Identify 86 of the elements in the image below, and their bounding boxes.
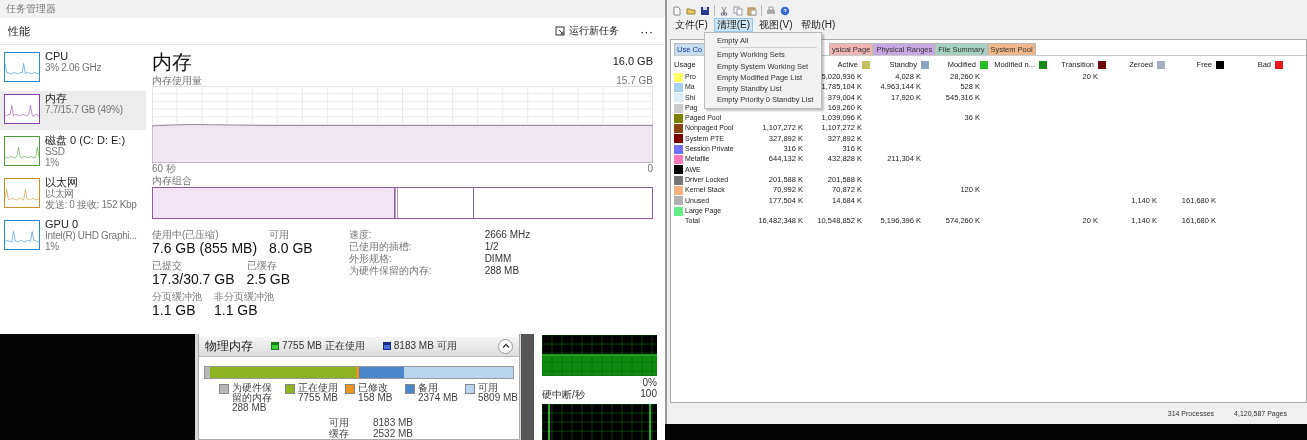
graph-title: 硬中断/秒 bbox=[542, 387, 585, 402]
collapse-button[interactable] bbox=[498, 338, 513, 354]
sidebar-item[interactable]: 内存 7.7/15.7 GB (49%) bbox=[0, 91, 146, 130]
total-label: 可用 bbox=[329, 417, 349, 428]
stat-label: 分页缓冲池 bbox=[152, 291, 202, 302]
device-name: 以太网 bbox=[45, 176, 79, 189]
detail-label: 外形规格: bbox=[348, 253, 393, 265]
graph-percent: 0% bbox=[642, 376, 657, 388]
window-title: 任务管理器 bbox=[6, 2, 56, 16]
device-detail: 以太网 bbox=[45, 189, 75, 200]
capacity-value: 16.0 GB bbox=[612, 55, 653, 69]
device-name: CPU bbox=[45, 50, 70, 63]
section-header[interactable]: 物理内存 7755 MB 正在使用 8183 MB 可用 bbox=[199, 337, 519, 357]
stat-label: 已提交 bbox=[152, 260, 183, 271]
printer-icon[interactable] bbox=[766, 5, 776, 16]
menu-item[interactable]: 视图(V) bbox=[756, 18, 796, 32]
paste-icon[interactable] bbox=[747, 5, 757, 16]
detail-value: 288 MB bbox=[484, 265, 521, 277]
new-file-icon[interactable] bbox=[672, 5, 682, 16]
legend-value: 288 MB bbox=[232, 403, 267, 413]
device-detail: 1% bbox=[45, 241, 59, 252]
axis-label: 60 秒 bbox=[152, 163, 176, 174]
sidebar-item[interactable]: 磁盘 0 (C: D: E:) SSD 1% bbox=[0, 133, 146, 172]
graph-title: 内存使用量 bbox=[152, 75, 202, 86]
legend-label: 正在使用 bbox=[298, 383, 339, 393]
stat-value: 2.5 GB bbox=[246, 271, 291, 288]
menu-item[interactable]: 帮助(H) bbox=[798, 18, 839, 32]
available-legend-icon bbox=[382, 342, 391, 351]
device-detail: 7.7/15.7 GB (49%) bbox=[45, 105, 123, 116]
device-detail: 1% bbox=[45, 157, 60, 168]
run-task-button[interactable]: 运行新任务 bbox=[552, 22, 622, 40]
stat-value: 7.6 GB (855 MB) bbox=[152, 240, 258, 257]
detail-label: 速度: bbox=[348, 229, 373, 241]
detail-value: 1/2 bbox=[484, 241, 500, 253]
legend-value: 158 MB bbox=[358, 393, 393, 403]
stat-label: 可用 bbox=[269, 229, 291, 240]
legend-label: 备用 bbox=[418, 383, 439, 393]
legend-label: 已修改 bbox=[358, 383, 389, 393]
sidebar-item[interactable]: 以太网 以太网 发送: 0 接收: 152 Kbp bbox=[0, 175, 146, 214]
legend-value: 7755 MB bbox=[298, 393, 339, 403]
stat-label: 非分页缓冲池 bbox=[214, 291, 274, 302]
device-name: 磁盘 0 (C: D: E:) bbox=[45, 134, 126, 147]
stat-value: 8.0 GB bbox=[269, 240, 313, 257]
device-detail: 3% 2.06 GHz bbox=[45, 63, 102, 74]
run-task-icon bbox=[555, 26, 565, 36]
legend-label: 可用 bbox=[478, 383, 499, 393]
in-use-summary: 7755 MB 正在使用 bbox=[282, 339, 365, 354]
section-title: 内存 bbox=[152, 50, 192, 75]
total-value: 2532 MB bbox=[371, 428, 413, 439]
legend-value: 2374 MB bbox=[418, 393, 459, 403]
device-name: GPU 0 bbox=[45, 218, 79, 231]
detail-label: 已使用的插槽: bbox=[348, 241, 413, 253]
in-use-legend-icon bbox=[271, 342, 279, 351]
available-summary: 8183 MB 可用 bbox=[393, 339, 457, 354]
copy-icon[interactable] bbox=[733, 5, 743, 16]
device-detail: Intel(R) UHD Graphi... bbox=[45, 231, 137, 242]
graph-title: 内存组合 bbox=[152, 175, 193, 186]
chevron-up-icon bbox=[501, 342, 510, 351]
legend-value: 5809 MB bbox=[478, 393, 519, 403]
sidebar-item[interactable]: CPU 3% 2.06 GHz bbox=[0, 49, 146, 88]
page-title: 性能 bbox=[8, 23, 30, 39]
menu-item[interactable]: 清理(E) bbox=[713, 18, 754, 32]
axis-label: 0 bbox=[647, 163, 653, 174]
stat-value: 1.1 GB bbox=[152, 302, 197, 319]
stat-value: 17.3/30.7 GB bbox=[152, 271, 235, 288]
device-name: 内存 bbox=[45, 92, 68, 105]
more-button[interactable]: ··· bbox=[636, 23, 657, 39]
stat-label: 已缓存 bbox=[246, 260, 278, 271]
section-title: 物理内存 bbox=[205, 337, 253, 355]
detail-value: DIMM bbox=[484, 253, 513, 265]
cut-icon[interactable] bbox=[719, 5, 729, 16]
stat-label: 使用中(已压缩) bbox=[152, 229, 220, 240]
graph-max: 100 bbox=[640, 387, 657, 401]
total-label: 缓存 bbox=[329, 428, 349, 439]
detail-label: 为硬件保留的内存: bbox=[348, 265, 433, 277]
total-value: 8183 MB bbox=[371, 417, 413, 428]
legend-label: 为硬件保留的内存 bbox=[232, 383, 273, 403]
sidebar-item[interactable]: GPU 0 Intel(R) UHD Graphi... 1% bbox=[0, 217, 146, 256]
device-detail: 发送: 0 接收: 152 Kbp bbox=[45, 199, 137, 210]
stat-value: 1.1 GB bbox=[214, 302, 259, 319]
help-icon[interactable] bbox=[780, 5, 790, 16]
menu-item[interactable]: 文件(F) bbox=[672, 18, 711, 32]
save-icon[interactable] bbox=[700, 5, 710, 16]
detail-value: 2666 MHz bbox=[484, 229, 531, 241]
device-detail: SSD bbox=[45, 147, 66, 158]
graph-max: 15.7 GB bbox=[616, 75, 653, 86]
